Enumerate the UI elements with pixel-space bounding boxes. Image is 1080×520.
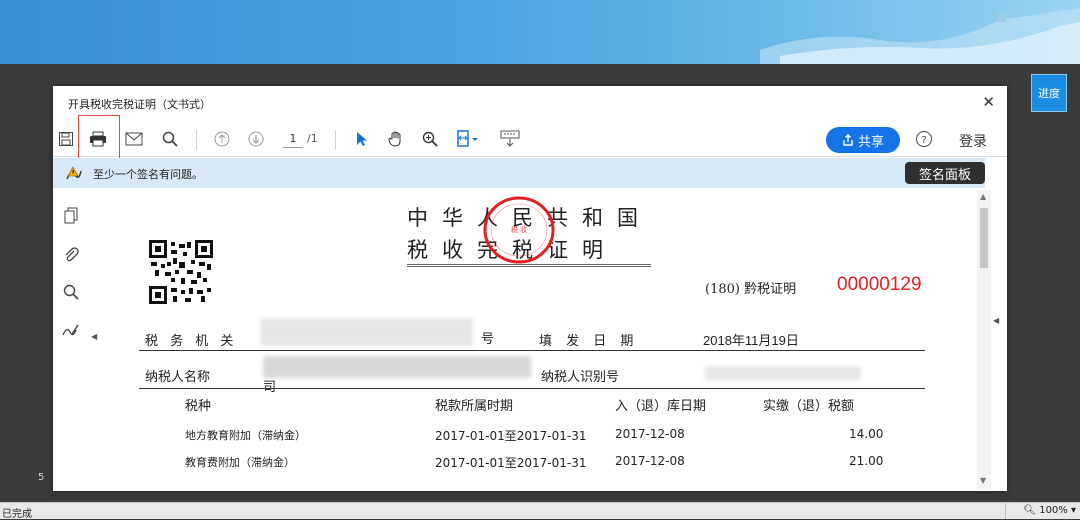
next-page-icon[interactable] (245, 125, 267, 153)
signature-warning-icon (65, 165, 83, 185)
previous-page-icon[interactable] (211, 125, 233, 153)
document-area: 中华人民共和国 税收完税证明 税 收 (180) 黔税证明 00000129 税… (101, 190, 975, 490)
redacted-taxpayer-name (263, 356, 531, 378)
svg-text:税 收: 税 收 (511, 225, 527, 234)
help-icon[interactable]: ? (913, 125, 935, 153)
col-period: 税款所属时期 (435, 399, 514, 414)
login-link[interactable]: 登录 (959, 131, 987, 151)
background-text-fragment: 5 (38, 472, 45, 483)
certificate-page: 中华人民共和国 税收完税证明 税 收 (180) 黔税证明 00000129 税… (101, 190, 975, 490)
status-bar: 已完成 🔍︎ 100% ▾ (0, 502, 1080, 520)
taxpayer-name-tail: 司 (263, 380, 277, 395)
great-wall-graphic (760, 8, 1080, 64)
row-2-storage-date: 2017-12-08 (615, 454, 685, 468)
pages-thumbnail-icon[interactable] (61, 206, 81, 226)
print-icon[interactable] (87, 125, 109, 153)
scroll-up-icon[interactable]: ▲ (980, 192, 986, 201)
row-1-period: 2017-01-01至2017-01-31 (435, 429, 587, 443)
col-storage-date: 入（退）库日期 (615, 399, 707, 414)
fit-page-icon[interactable] (453, 125, 483, 153)
share-button[interactable]: 共享 (826, 127, 900, 153)
taxpayer-id-label: 纳税人识别号 (541, 370, 620, 385)
row-2-period: 2017-01-01至2017-01-31 (435, 456, 587, 470)
signature-warning-bar: 至少一个签名有问题。 签名面板 (53, 158, 985, 188)
redacted-taxpayer-id (705, 366, 861, 380)
taxpayer-name-label: 纳税人名称 (145, 370, 211, 385)
signature-panel-button[interactable]: 签名面板 (905, 162, 985, 184)
save-icon[interactable] (55, 125, 77, 153)
share-label: 共享 (857, 134, 884, 150)
col-amount: 实缴（退）税额 (763, 399, 855, 414)
col-tax-type: 税种 (185, 399, 212, 414)
pdf-toolbar: 1 /1 共享 ? 登录 (53, 115, 1007, 175)
zoom-level[interactable]: 🔍︎ 100% ▾ (1023, 505, 1076, 516)
pdf-viewer-dialog: 开具税收完税证明（文书式） ✕ 1 /1 共享 ? 登录 至少一个签名有问题。 … (53, 86, 1007, 491)
signature-warning-text: 至少一个签名有问题。 (93, 168, 203, 181)
row-divider-1 (139, 350, 925, 351)
zoom-in-icon[interactable] (419, 125, 441, 153)
zoom-value: 100% (1039, 505, 1068, 516)
svg-text:?: ? (921, 135, 926, 146)
row-1-amount: 14.00 (849, 427, 884, 441)
search-panel-icon[interactable] (61, 282, 81, 302)
row-1-storage-date: 2017-12-08 (615, 427, 685, 441)
page-number-input[interactable]: 1 (283, 131, 303, 148)
tax-authority-suffix: 号 (481, 332, 495, 347)
close-icon[interactable]: ✕ (982, 93, 995, 111)
email-icon[interactable] (123, 125, 145, 153)
issue-date-label: 填 发 日 期 (539, 334, 639, 349)
signature-pen-icon[interactable] (61, 320, 81, 340)
browser-banner (0, 0, 1080, 64)
issue-date: 2018年11月19日 (703, 333, 799, 348)
page-total: /1 (307, 132, 318, 145)
dialog-title: 开具税收完税证明（文书式） (68, 98, 211, 111)
qr-code (149, 240, 213, 304)
redacted-tax-authority (261, 318, 473, 346)
left-tool-rail (53, 190, 89, 490)
keyboard-icon[interactable] (497, 125, 523, 153)
row-2-amount: 21.00 (849, 454, 884, 468)
attachment-icon[interactable] (61, 244, 81, 264)
row-1-tax-type: 地方教育附加（滞纳金） (185, 429, 306, 442)
scroll-down-icon[interactable]: ▼ (980, 476, 986, 485)
progress-button[interactable]: 进度 (1031, 74, 1067, 112)
tax-authority-label: 税 务 机 关 (145, 334, 238, 349)
row-2-tax-type: 教育费附加（滞纳金） (185, 456, 295, 469)
search-icon[interactable] (159, 125, 181, 153)
hand-tool-icon[interactable] (385, 125, 407, 153)
left-panel-collapse-icon[interactable]: ◀ (91, 332, 97, 341)
scroll-thumb[interactable] (980, 208, 988, 268)
select-cursor-icon[interactable] (351, 125, 373, 153)
share-icon (843, 134, 853, 146)
certificate-number: 00000129 (837, 274, 922, 295)
certificate-number-prefix: (180) 黔税证明 (705, 282, 797, 297)
red-seal-stamp: 税 收 (483, 196, 555, 264)
row-divider-2 (139, 388, 925, 389)
right-panel-expand-icon[interactable]: ◀ (993, 316, 999, 325)
vertical-scrollbar[interactable]: ▲ ▼ (977, 190, 991, 490)
